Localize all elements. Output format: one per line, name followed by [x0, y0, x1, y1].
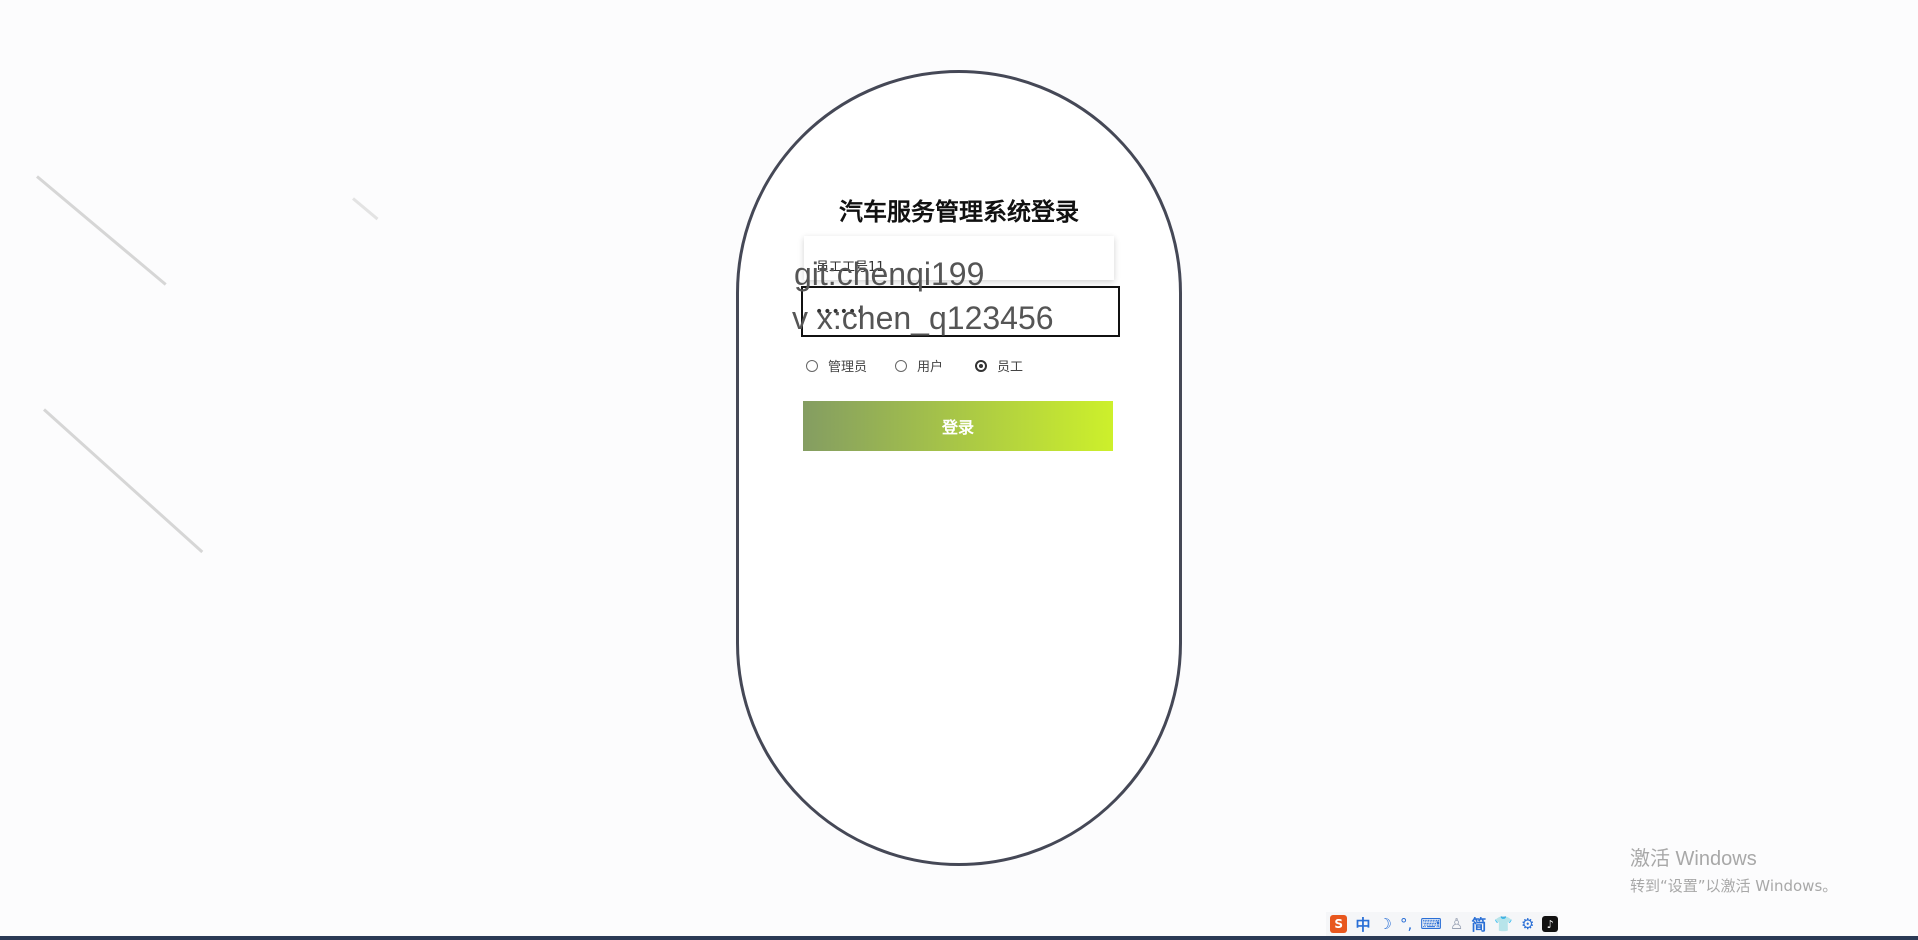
radio-staff[interactable]	[975, 359, 988, 372]
overlay-text-git: git:chenqi199	[794, 256, 985, 292]
login-page: 汽车服务管理系统登录 git:chenqi199 v x:chen_q12345…	[0, 0, 1918, 940]
skin-icon[interactable]: 👕	[1494, 915, 1513, 933]
punctuation-icon[interactable]: °,	[1400, 915, 1412, 933]
keyboard-icon[interactable]: ⌨	[1420, 915, 1442, 933]
ime-toolbar: S 中 ☽ °, ⌨ ♙ 简 👕 ⚙ ♪	[1326, 912, 1558, 936]
role-option-user[interactable]: 用户	[895, 356, 943, 375]
role-option-admin[interactable]: 管理员	[806, 356, 867, 375]
ime-logo-icon[interactable]: S	[1330, 915, 1348, 933]
moon-icon[interactable]: ☽	[1378, 915, 1391, 933]
watermark-title: 激活 Windows	[1630, 848, 1757, 870]
decorative-streak	[42, 408, 204, 554]
login-button[interactable]: 登录	[803, 401, 1113, 451]
windows-activation-watermark: 激活 Windows 转到“设置”以激活 Windows。	[1630, 842, 1837, 896]
overlay-text-x: v x:chen_q123456	[792, 300, 1054, 336]
gear-icon[interactable]: ⚙	[1521, 915, 1534, 933]
role-selector: 管理员 用户 员工	[806, 356, 1051, 375]
watermark-subtitle: 转到“设置”以激活 Windows。	[1630, 877, 1838, 895]
role-label-admin: 管理员	[828, 360, 868, 375]
page-title: 汽车服务管理系统登录	[839, 198, 1079, 226]
radio-admin[interactable]	[806, 359, 818, 372]
login-card	[736, 70, 1182, 866]
role-option-staff[interactable]: 员工	[975, 356, 1023, 375]
user-icon[interactable]: ♙	[1450, 915, 1463, 933]
taskbar-edge	[0, 936, 1918, 940]
ime-simplified-toggle[interactable]: 简	[1471, 914, 1486, 935]
ime-lang-toggle[interactable]: 中	[1355, 914, 1370, 935]
role-label-staff: 员工	[997, 360, 1024, 375]
tiktok-icon[interactable]: ♪	[1542, 916, 1558, 932]
radio-user[interactable]	[895, 359, 908, 372]
role-label-user: 用户	[917, 360, 944, 375]
